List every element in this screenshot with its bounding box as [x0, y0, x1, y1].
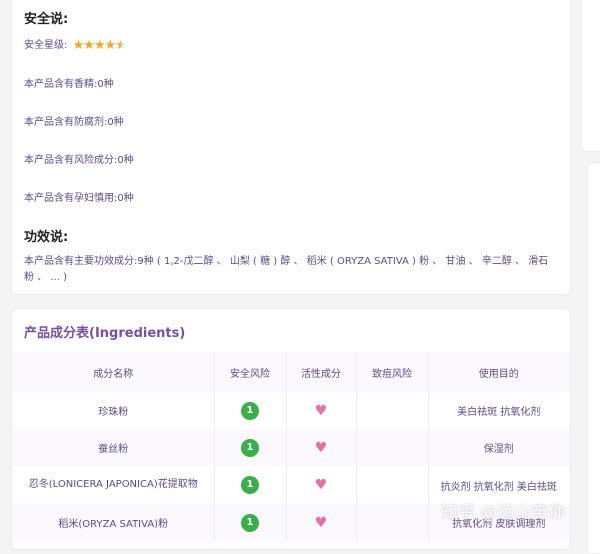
ingredient-name[interactable]: 稻米(ORYZA SATIVA)粉: [13, 504, 215, 541]
star-icon: ★: [104, 37, 117, 53]
active-cell: ♥: [286, 504, 357, 541]
safety-rating-stars: ★★★★★: [73, 38, 127, 53]
col-risk-header[interactable]: 安全风险: [214, 352, 287, 392]
half-star-icon: ★: [115, 38, 127, 53]
table-row[interactable]: 珍珠粉 1 ♥ 美白祛斑 抗氧化剂: [13, 392, 569, 429]
safety-risk-cell: 1: [214, 429, 287, 466]
safety-rating-row: 安全星级: ★★★★★: [24, 36, 127, 53]
ingredient-name[interactable]: 忍冬(LONICERA JAPONICA)花提取物: [13, 466, 215, 504]
purpose-cell: 美白祛斑 抗氧化剂: [428, 392, 569, 429]
sidebar-card: [587, 162, 600, 554]
col-name-header[interactable]: 成分名称: [13, 352, 215, 392]
heart-icon: ♥: [314, 439, 328, 456]
acne-cell: [356, 504, 429, 541]
ingredients-title: 产品成分表(Ingredients): [24, 326, 186, 341]
risk-badge: 1: [241, 476, 259, 494]
table-header-row: 成分名称 安全风险 活性成分 致痘风险 使用目的: [13, 352, 569, 392]
fragrance-label: 本产品含有香精:: [24, 79, 98, 90]
safety-risk-cell: 1: [214, 504, 287, 541]
ingredient-name[interactable]: 蚕丝粉: [13, 429, 215, 466]
safety-rating-label: 安全星级:: [24, 40, 68, 51]
preservative-label: 本产品含有防腐剂:: [24, 117, 108, 128]
acne-cell: [356, 429, 429, 466]
col-active-header[interactable]: 活性成分: [286, 352, 357, 392]
pregnancy-value: 0种: [117, 193, 134, 204]
risk-badge: 1: [241, 513, 259, 532]
pregnancy-label: 本产品含有孕妇慎用:: [24, 193, 118, 204]
risk-ingredient-row: 本产品含有风险成分:0种: [24, 151, 134, 166]
star-icon: ★: [83, 37, 95, 53]
acne-cell: [356, 466, 429, 504]
star-icon: ★: [72, 37, 85, 53]
watermark: 知乎 @远山笑你: [441, 503, 566, 523]
safety-risk-cell: 1: [214, 392, 287, 429]
safety-risk-cell: 1: [214, 466, 287, 504]
efficacy-text: 本产品含有主要功效成分:9种 ( 1,2-戊二醇 、 山梨 ( 糖 ) 醇 、 …: [24, 256, 549, 283]
preservative-value: 0种: [107, 117, 124, 128]
ingredient-name[interactable]: 珍珠粉: [13, 392, 215, 429]
risk-ingredient-label: 本产品含有风险成分:: [24, 155, 118, 166]
efficacy-heading: 功效说:: [24, 230, 69, 245]
star-icon: ★: [93, 37, 106, 53]
preservative-row: 本产品含有防腐剂:0种: [24, 113, 124, 128]
active-cell: ♥: [286, 392, 357, 429]
heart-icon: ♥: [314, 402, 328, 419]
pregnancy-row: 本产品含有孕妇慎用:0种: [24, 189, 134, 204]
fragrance-value: 0种: [97, 79, 114, 90]
safety-heading: 安全说:: [24, 12, 69, 27]
purpose-cell: 保湿剂: [428, 429, 569, 466]
active-cell: ♥: [286, 429, 357, 466]
col-acne-header[interactable]: 致痘风险: [356, 352, 429, 392]
active-cell: ♥: [286, 466, 357, 504]
table-row[interactable]: 蚕丝粉 1 ♥ 保湿剂: [13, 429, 569, 466]
acne-cell: [356, 392, 429, 429]
risk-badge: 1: [241, 401, 259, 420]
heart-icon: ♥: [314, 477, 328, 493]
col-purpose-header[interactable]: 使用目的: [428, 352, 569, 392]
risk-ingredient-value: 0种: [117, 155, 134, 166]
risk-badge: 1: [241, 438, 259, 457]
heart-icon: ♥: [314, 514, 328, 531]
sidebar-card: [581, 0, 600, 152]
fragrance-row: 本产品含有香精:0种: [24, 75, 114, 90]
